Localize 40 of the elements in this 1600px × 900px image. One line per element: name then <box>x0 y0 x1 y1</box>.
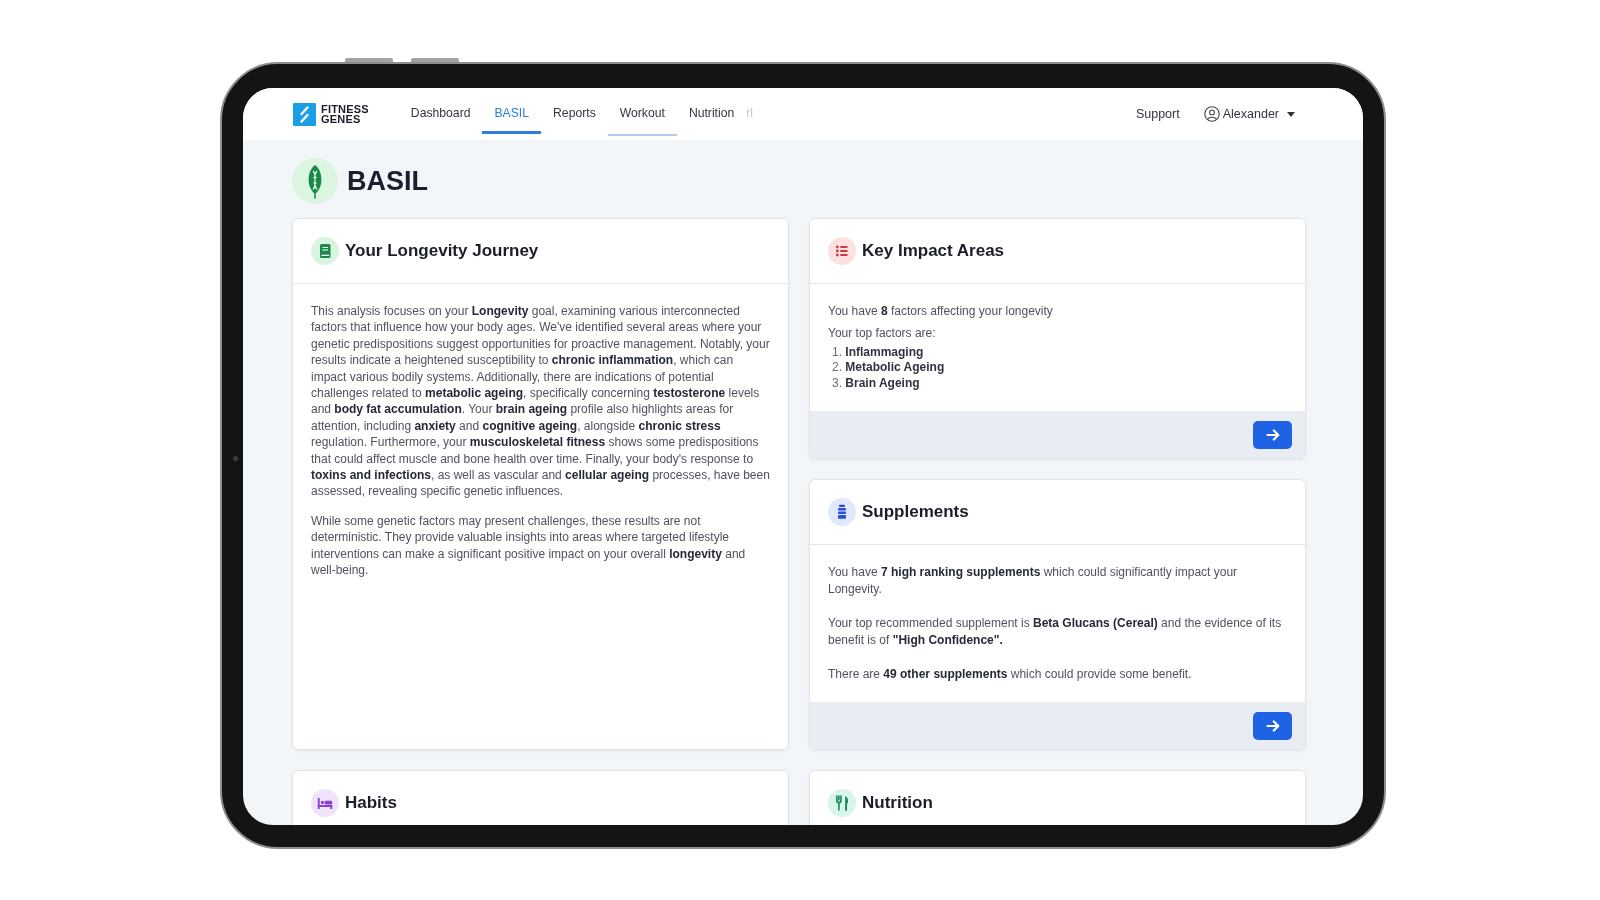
body-text: Your top recommended supplement is Beta Glucans (Cereal) and the evidence of its benefit is of "High Confidence". <box>828 615 1283 648</box>
card-title: Key Impact Areas <box>862 240 1005 262</box>
page-title: BASIL <box>347 165 428 197</box>
list-icon <box>828 237 856 265</box>
caret-icon <box>1287 111 1295 117</box>
body-text: While some genetic factors may present challenges, these results are not deterministic. They provide valuable insights into areas where targeted lifestyle interventions can make a significant positive impact on your overall longevity and well-being. <box>311 512 747 579</box>
arrow-right-icon <box>1265 427 1280 442</box>
factor-item: 3. Brain Ageing <box>832 375 920 392</box>
leaf-dna-icon <box>292 158 338 204</box>
book-icon <box>311 237 339 265</box>
card-title: Supplements <box>862 501 969 524</box>
fork-knife-icon <box>828 789 856 818</box>
brand-name: FITNESS GENES <box>321 103 369 125</box>
body-text: You have 8 factors affecting your longevity <box>828 303 1054 320</box>
card-title: Your Longevity Journey <box>345 240 539 262</box>
bottle-icon <box>828 498 856 527</box>
body-text: This analysis focuses on your Longevity goal, examining various interconnected factors that influence how your body ages. We've identified several areas where your genetic predispositions suggest opportunities for proactive management. Notably, your results indicate a heightened susceptibility to chronic inflammation, which can impact various bodily systems. Additionally, there are indications of potential challenges related to metabolic ageing, specifically concerning testosterone levels and body fat accumulation. Your brain ageing profile also highlights areas for attention, including anxiety and cognitive ageing, alongside chronic stress regulation. Furthermore, your musculoskeletal fitness shows some predispositions that could affect muscle and bone health over time. Finally, your body's response to toxins and infections, as well as vascular and cellular ageing processes, have been assessed, revealing specific genetic influences. <box>311 303 770 500</box>
user-icon <box>1203 106 1220 122</box>
arrow-button[interactable] <box>1253 711 1292 740</box>
bed-icon <box>311 789 339 818</box>
body-text: There are 49 other supplements which could provide some benefit. <box>828 665 1193 683</box>
nav-tab[interactable]: Nutrition <box>676 88 747 134</box>
factor-item: 2. Metabolic Ageing <box>832 360 945 376</box>
nav-tab[interactable]: BASIL <box>482 88 542 134</box>
side-button-icon <box>345 58 393 62</box>
factor-item: 1. Inflammaging <box>832 344 924 361</box>
nav-tab[interactable]: Dashboard <box>398 88 483 134</box>
nav-tab[interactable]: Reports <box>541 88 608 134</box>
side-button-icon <box>411 58 459 62</box>
camera-dot-icon <box>233 456 238 461</box>
user-menu-button[interactable]: Alexander <box>1203 106 1295 122</box>
body-text: You have 7 high ranking supplements which could significantly impact your Longevity. <box>828 564 1239 598</box>
logo-icon[interactable] <box>293 102 316 126</box>
nav-tab[interactable]: Workout <box>607 88 677 134</box>
arrow-right-icon <box>1265 718 1280 733</box>
support-link[interactable]: Support <box>1135 107 1180 121</box>
card-title: Nutrition <box>862 792 933 815</box>
arrow-button[interactable] <box>1253 420 1292 449</box>
card-title: Habits <box>345 792 397 815</box>
body-text: Your top factors are: <box>828 325 937 342</box>
